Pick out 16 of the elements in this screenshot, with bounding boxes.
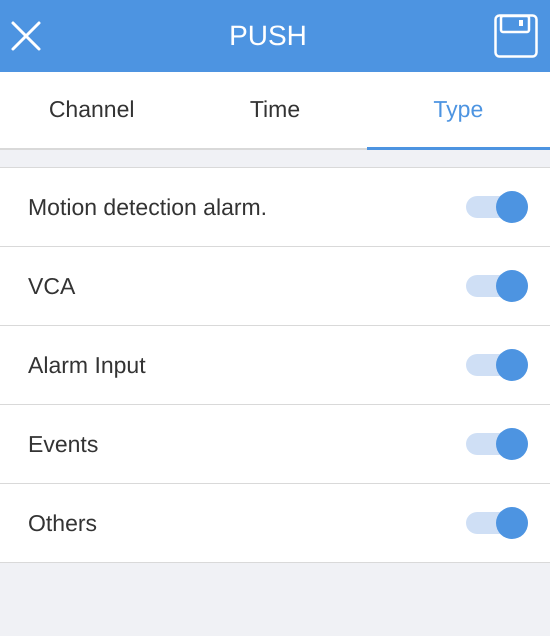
toggle-switch[interactable] (466, 349, 528, 381)
tab[interactable]: Channel (0, 72, 184, 150)
alarm-type-label: Alarm Input (28, 352, 146, 378)
toggle-switch[interactable] (466, 507, 528, 539)
alarm-type-label: Others (28, 510, 98, 536)
alarm-type-label: Events (28, 430, 98, 458)
tab[interactable]: Time (183, 72, 367, 150)
alarm-type-label: VCA (28, 272, 76, 300)
save-button[interactable] (494, 14, 538, 58)
close-icon (10, 20, 42, 52)
toggle-switch[interactable] (466, 428, 528, 460)
toggle-switch[interactable] (466, 191, 528, 223)
screen-title: PUSH (229, 20, 307, 52)
toggle-switch[interactable] (466, 270, 528, 302)
alarm-type-label: Motion detection alarm. (28, 194, 268, 220)
close-button[interactable] (10, 20, 42, 52)
